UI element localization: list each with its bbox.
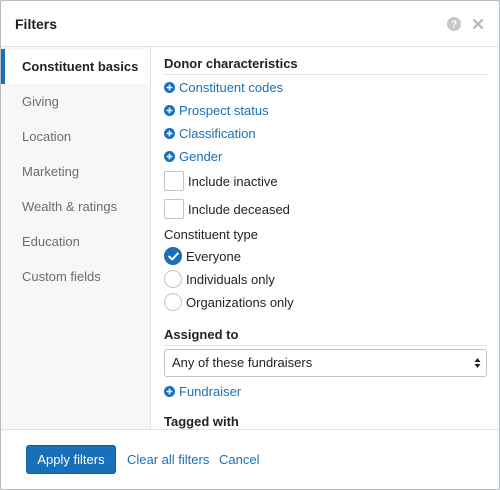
assigned-to-heading: Assigned to	[164, 327, 239, 342]
section-divider	[164, 74, 487, 75]
filter-content-panel: Donor characteristics Constituent codes …	[151, 47, 499, 429]
add-classification-link[interactable]: Classification	[164, 124, 256, 142]
cancel-link[interactable]: Cancel	[219, 452, 259, 467]
add-fundraiser-label: Fundraiser	[179, 383, 242, 399]
sidebar-item-marketing[interactable]: Marketing	[1, 154, 150, 189]
radio-organizations-label: Organizations only	[186, 294, 294, 310]
radio-organizations-row[interactable]: Organizations only	[164, 292, 294, 312]
plus-circle-icon	[164, 150, 175, 162]
sidebar-item-custom-fields[interactable]: Custom fields	[1, 259, 150, 294]
help-circle-icon[interactable]: ?	[447, 17, 461, 31]
sidebar-item-giving[interactable]: Giving	[1, 84, 150, 119]
sidebar-item-education[interactable]: Education	[1, 224, 150, 259]
tagged-with-heading: Tagged with	[164, 414, 239, 429]
sidebar-item-location[interactable]: Location	[1, 119, 150, 154]
constituent-type-label: Constituent type	[164, 227, 258, 242]
sidebar-item-wealth-ratings[interactable]: Wealth & ratings	[1, 189, 150, 224]
include-deceased-checkbox[interactable]	[164, 199, 184, 219]
include-deceased-label: Include deceased	[188, 201, 290, 217]
assigned-fundraiser-select[interactable]: Any of these fundraisers	[164, 349, 487, 377]
include-inactive-label: Include inactive	[188, 173, 278, 189]
filters-dialog: Filters ? Constituent basics Giving Loca…	[0, 0, 500, 490]
radio-everyone[interactable]	[164, 247, 182, 265]
add-constituent-codes-label: Constituent codes	[179, 79, 284, 95]
assigned-fundraiser-select-value: Any of these fundraisers	[172, 355, 313, 370]
plus-circle-icon	[164, 127, 175, 139]
include-inactive-checkbox[interactable]	[164, 171, 184, 191]
select-arrows-icon	[474, 358, 481, 368]
add-constituent-codes-link[interactable]: Constituent codes	[164, 78, 283, 96]
plus-circle-icon	[164, 81, 175, 93]
clear-all-filters-link[interactable]: Clear all filters	[127, 452, 209, 467]
add-fundraiser-link[interactable]: Fundraiser	[164, 382, 241, 400]
dialog-header: Filters ?	[1, 1, 499, 47]
radio-organizations-only[interactable]	[164, 293, 182, 311]
close-icon[interactable]	[471, 17, 485, 31]
plus-circle-icon	[164, 104, 175, 116]
sidebar-item-constituent-basics[interactable]: Constituent basics	[1, 49, 150, 84]
section-divider	[164, 345, 487, 346]
radio-individuals-row[interactable]: Individuals only	[164, 269, 275, 289]
include-deceased-row[interactable]: Include deceased	[164, 198, 290, 220]
add-gender-label: Gender	[179, 148, 223, 164]
add-gender-link[interactable]: Gender	[164, 147, 222, 165]
donor-characteristics-heading: Donor characteristics	[164, 56, 298, 71]
dialog-title: Filters	[15, 16, 58, 32]
include-inactive-row[interactable]: Include inactive	[164, 170, 278, 192]
apply-filters-button[interactable]: Apply filters	[26, 445, 116, 474]
add-prospect-status-link[interactable]: Prospect status	[164, 101, 269, 119]
add-classification-label: Classification	[179, 125, 256, 141]
radio-everyone-label: Everyone	[186, 248, 241, 264]
checkmark-icon	[168, 252, 179, 261]
plus-circle-icon	[164, 385, 175, 397]
dialog-footer: Apply filters Clear all filters Cancel	[1, 429, 499, 489]
filter-category-sidebar: Constituent basics Giving Location Marke…	[1, 47, 151, 429]
radio-individuals-label: Individuals only	[186, 271, 275, 287]
add-prospect-status-label: Prospect status	[179, 102, 269, 118]
radio-everyone-row[interactable]: Everyone	[164, 246, 241, 266]
svg-text:?: ?	[451, 20, 457, 31]
radio-individuals-only[interactable]	[164, 270, 182, 288]
